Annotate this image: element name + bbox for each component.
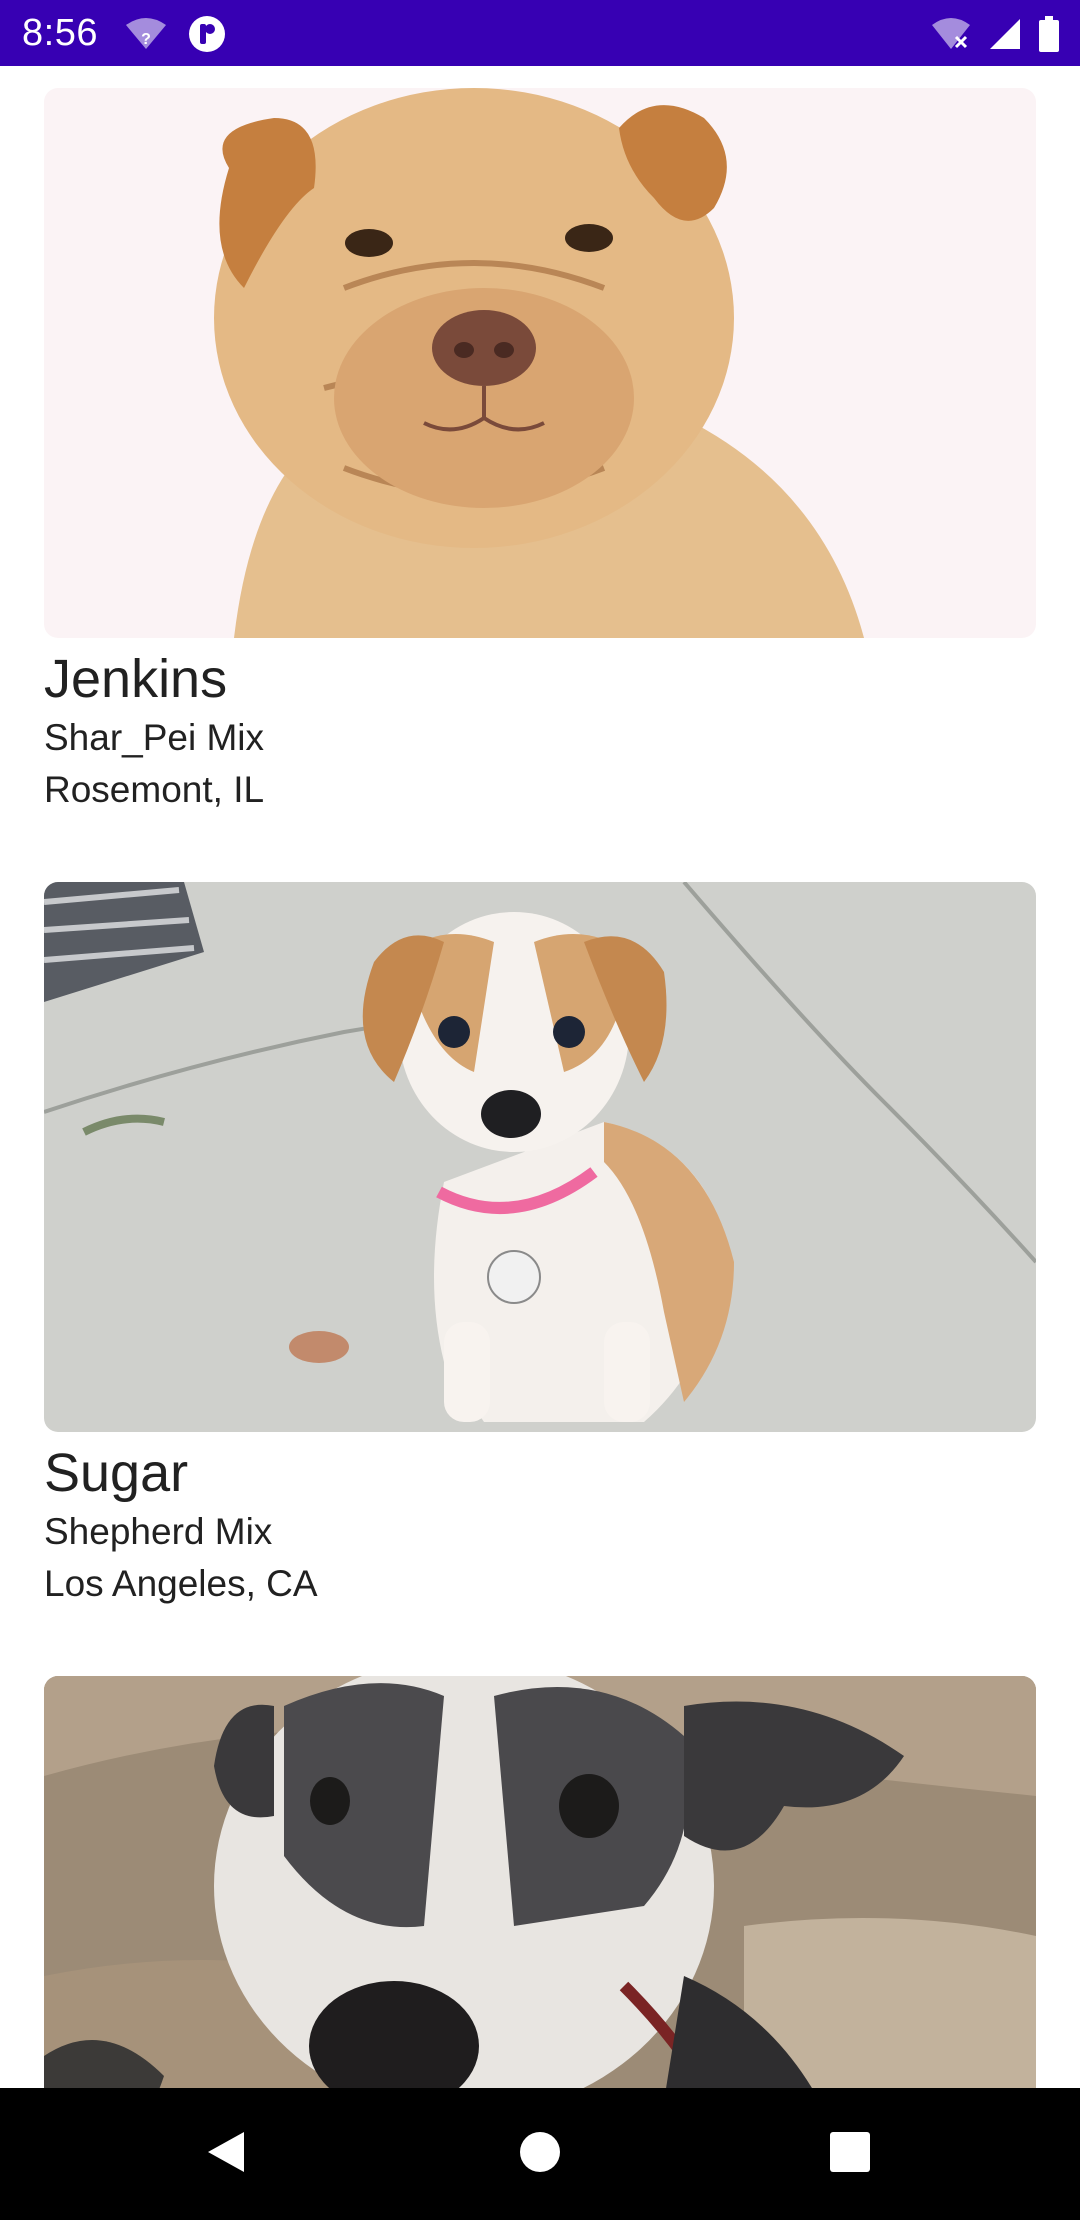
- pet-breed: Shar_Pei Mix: [44, 717, 265, 758]
- wifi-off-icon: [930, 17, 972, 51]
- recents-button[interactable]: [820, 2124, 880, 2184]
- pet-list[interactable]: Jenkins Shar_Pei Mix Rosemont, IL Sugar …: [0, 66, 1080, 2088]
- recents-icon: [829, 2131, 871, 2178]
- home-button[interactable]: [510, 2124, 570, 2184]
- home-icon: [518, 2130, 562, 2179]
- back-icon: [204, 2128, 248, 2181]
- status-bar: 8:56 ?: [0, 0, 1080, 66]
- pet-breed: Shepherd Mix: [44, 1511, 273, 1552]
- pet-card[interactable]: [44, 1676, 1036, 2088]
- navigation-bar: [0, 2088, 1080, 2220]
- pet-location: Rosemont, IL: [44, 769, 265, 810]
- shepherd-puppy-photo: [44, 882, 1036, 1432]
- svg-text:?: ?: [141, 31, 151, 48]
- cellular-signal-icon: [988, 17, 1022, 51]
- pet-location: Los Angeles, CA: [44, 1563, 318, 1604]
- pet-name: Sugar: [44, 1443, 189, 1503]
- status-right-icons: [930, 14, 1060, 54]
- wifi-question-icon: ?: [124, 17, 168, 51]
- back-button[interactable]: [196, 2124, 256, 2184]
- pet-card[interactable]: Sugar Shepherd Mix Los Angeles, CA: [44, 882, 1036, 1610]
- battery-icon: [1038, 16, 1060, 52]
- notification-app-icon: [188, 15, 226, 53]
- status-left-icons: ?: [124, 14, 226, 54]
- senior-dog-photo: [44, 1676, 1036, 2088]
- shar-pei-puppy-photo: [44, 88, 1036, 638]
- status-time: 8:56: [22, 12, 98, 54]
- pet-name: Jenkins: [44, 649, 228, 709]
- pet-card[interactable]: Jenkins Shar_Pei Mix Rosemont, IL: [44, 88, 1036, 816]
